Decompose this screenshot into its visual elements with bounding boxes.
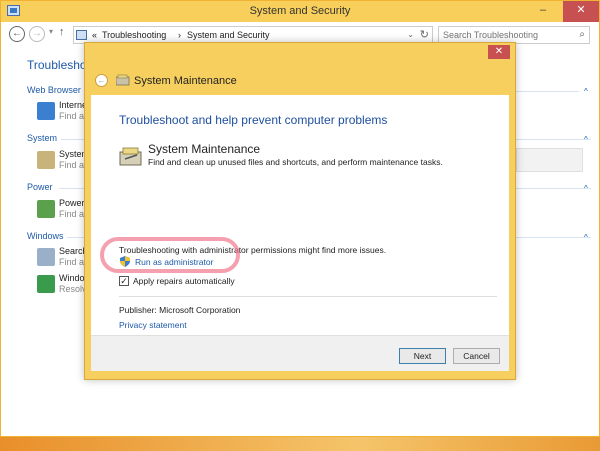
search-icon[interactable]: ⌕ bbox=[579, 29, 585, 40]
recent-locations-dropdown[interactable]: ▾ bbox=[49, 27, 53, 36]
tool-description: Find and clean up unused files and short… bbox=[148, 157, 443, 167]
power-icon bbox=[37, 200, 55, 218]
tool-name: System Maintenance bbox=[148, 142, 261, 156]
breadcrumb-troubleshooting[interactable]: Troubleshooting bbox=[102, 30, 166, 40]
window-title: System and Security bbox=[249, 5, 351, 17]
breadcrumb-separator: › bbox=[178, 30, 181, 40]
internet-explorer-icon bbox=[37, 102, 55, 120]
forward-button[interactable]: → bbox=[29, 26, 45, 42]
group-web-browser: Web Browser bbox=[27, 85, 81, 95]
page-title: Troublesho bbox=[27, 58, 87, 72]
up-button[interactable]: ↑ bbox=[59, 26, 65, 38]
search-indexing-icon bbox=[37, 248, 55, 266]
back-button[interactable]: ← bbox=[9, 26, 25, 42]
apply-repairs-checkbox[interactable]: ✓ bbox=[119, 276, 129, 286]
system-maintenance-dialog: ✕ ← System Maintenance Troubleshoot and … bbox=[84, 42, 516, 380]
privacy-statement-link[interactable]: Privacy statement bbox=[119, 320, 187, 330]
publisher-text: Publisher: Microsoft Corporation bbox=[119, 305, 241, 315]
collapse-windows-icon[interactable]: ^ bbox=[584, 233, 588, 242]
apply-repairs-label[interactable]: Apply repairs automatically bbox=[133, 276, 235, 286]
window-titlebar[interactable]: System and Security – ✕ bbox=[1, 1, 599, 22]
system-maintenance-icon bbox=[119, 145, 143, 167]
collapse-system-icon[interactable]: ^ bbox=[584, 135, 588, 144]
list-item[interactable]: Search Find ar bbox=[37, 246, 85, 270]
dialog-footer: Next Cancel bbox=[91, 335, 509, 371]
selected-row-highlight bbox=[516, 148, 583, 172]
dialog-content: Troubleshoot and help prevent computer p… bbox=[91, 95, 509, 371]
cancel-button[interactable]: Cancel bbox=[453, 348, 500, 364]
breadcrumb-prefix[interactable]: « bbox=[92, 30, 97, 40]
close-button[interactable]: ✕ bbox=[563, 1, 599, 22]
search-input[interactable] bbox=[439, 27, 569, 43]
collapse-power-icon[interactable]: ^ bbox=[584, 184, 588, 193]
refresh-icon[interactable]: ↻ bbox=[420, 28, 429, 41]
group-windows: Windows bbox=[27, 231, 64, 241]
list-item[interactable]: Power Find ar bbox=[37, 198, 85, 222]
dialog-close-button[interactable]: ✕ bbox=[488, 45, 510, 59]
breadcrumb-system-and-security[interactable]: System and Security bbox=[187, 30, 270, 40]
group-system: System bbox=[27, 133, 58, 143]
annotation-highlight bbox=[100, 237, 240, 273]
list-item[interactable]: Windo Resolve bbox=[37, 273, 85, 297]
system-maintenance-icon bbox=[37, 151, 55, 169]
group-power: Power bbox=[27, 182, 53, 192]
list-item[interactable]: Interne Find ar bbox=[37, 100, 85, 124]
troubleshooter-icon bbox=[115, 74, 130, 86]
minimize-button[interactable]: – bbox=[532, 1, 554, 22]
list-item[interactable]: System Find ar bbox=[37, 149, 85, 173]
divider bbox=[119, 296, 497, 297]
dialog-back-button[interactable]: ← bbox=[95, 74, 108, 87]
dialog-title: System Maintenance bbox=[134, 75, 237, 87]
collapse-web-browser-icon[interactable]: ^ bbox=[584, 87, 588, 96]
address-dropdown-icon[interactable]: ⌄ bbox=[407, 30, 414, 39]
control-panel-icon bbox=[76, 30, 87, 40]
next-button[interactable]: Next bbox=[399, 348, 446, 364]
windows-store-apps-icon bbox=[37, 275, 55, 293]
desktop-background bbox=[0, 437, 600, 451]
dialog-heading: Troubleshoot and help prevent computer p… bbox=[119, 113, 388, 127]
